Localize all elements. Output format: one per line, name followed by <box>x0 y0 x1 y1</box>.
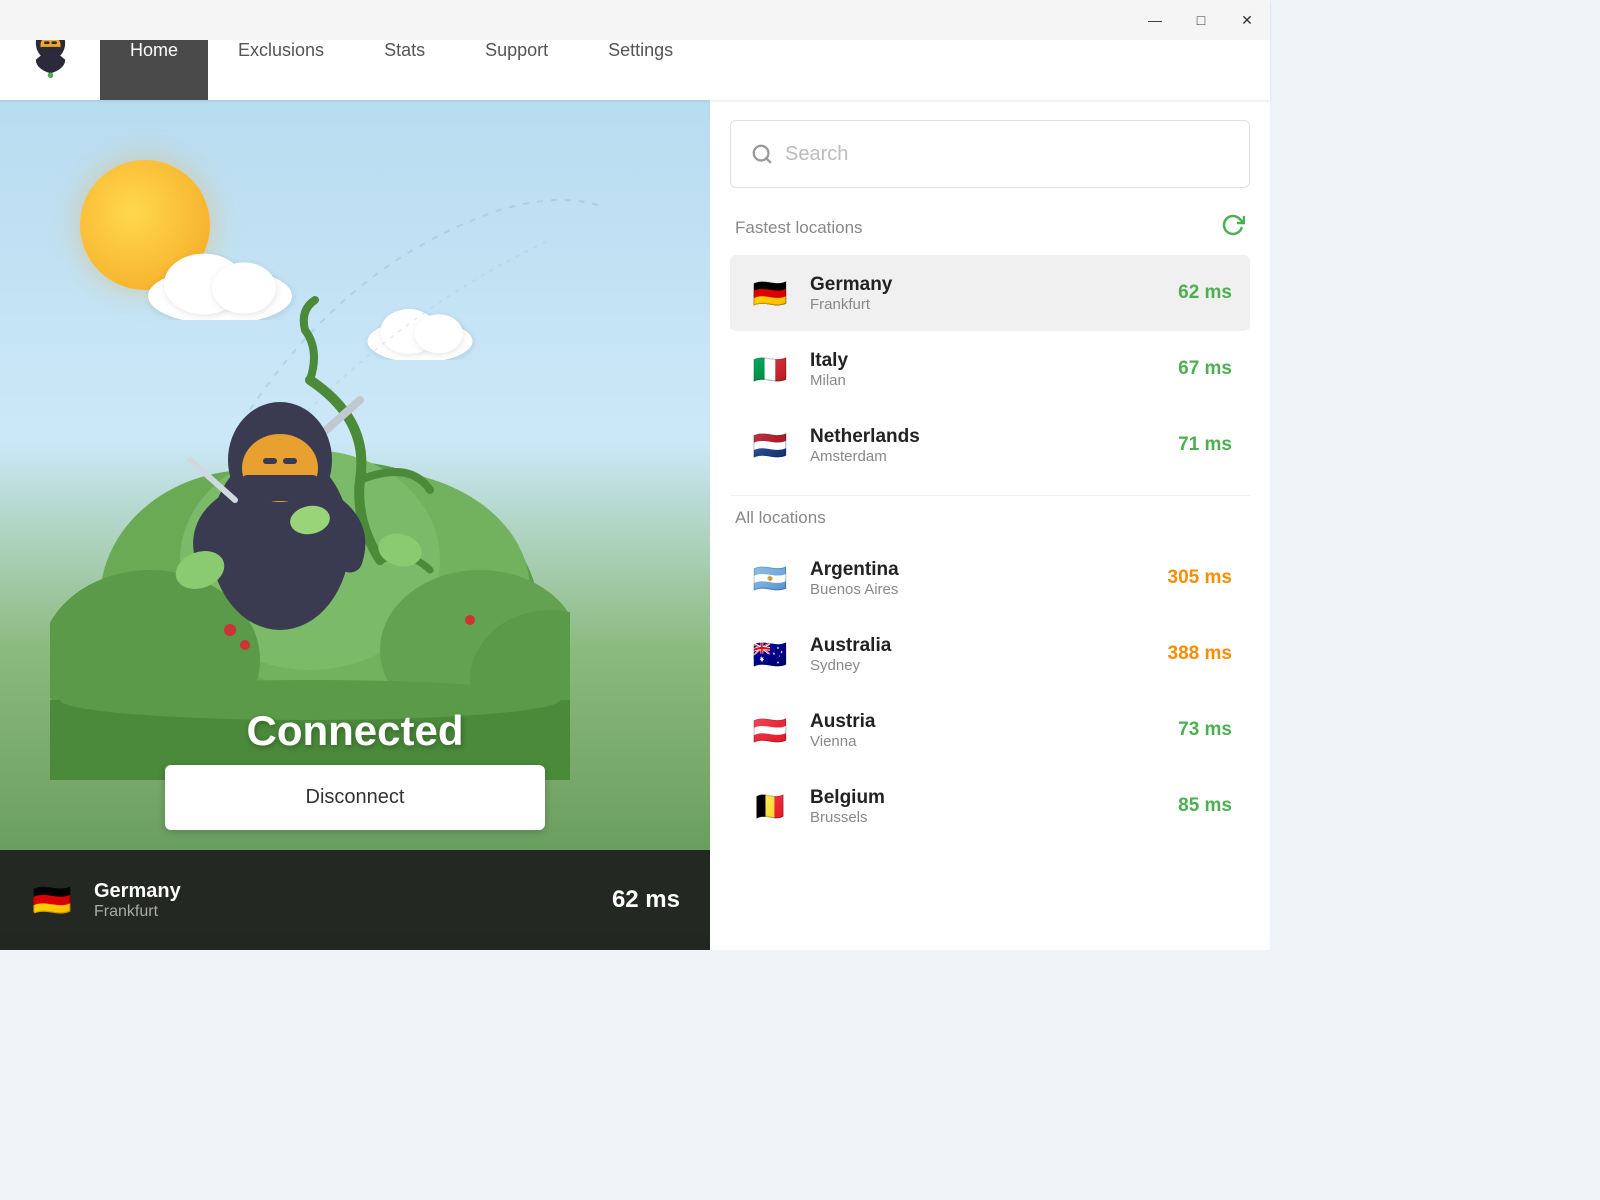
connected-country: Germany <box>94 880 592 903</box>
search-icon <box>751 143 773 165</box>
maximize-button[interactable]: □ <box>1178 0 1224 40</box>
location-item-australia[interactable]: 🇦🇺 Australia Sydney 388 ms <box>730 616 1250 692</box>
netherlands-location-info: Netherlands Amsterdam <box>810 426 1160 465</box>
australia-location-info: Australia Sydney <box>810 635 1150 674</box>
search-bar[interactable] <box>730 120 1250 188</box>
austria-ping: 73 ms <box>1178 719 1232 741</box>
belgium-ping: 85 ms <box>1178 795 1232 817</box>
belgium-location-info: Belgium Brussels <box>810 787 1160 826</box>
germany-city: Frankfurt <box>810 296 1160 313</box>
connected-ping: 62 ms <box>612 886 680 914</box>
netherlands-city: Amsterdam <box>810 448 1160 465</box>
close-button[interactable]: ✕ <box>1224 0 1270 40</box>
location-item-belgium[interactable]: 🇧🇪 Belgium Brussels 85 ms <box>730 768 1250 844</box>
fastest-locations-title: Fastest locations <box>735 218 863 238</box>
all-locations-title: All locations <box>735 508 826 528</box>
netherlands-flag: 🇳🇱 <box>748 423 792 467</box>
italy-country: Italy <box>810 350 1160 372</box>
australia-city: Sydney <box>810 657 1150 674</box>
search-input[interactable] <box>785 143 1229 166</box>
belgium-country: Belgium <box>810 787 1160 809</box>
argentina-flag: 🇦🇷 <box>748 556 792 600</box>
austria-city: Vienna <box>810 733 1160 750</box>
connected-flag: 🇩🇪 <box>30 878 74 922</box>
argentina-ping: 305 ms <box>1168 567 1232 589</box>
italy-location-info: Italy Milan <box>810 350 1160 389</box>
refresh-icon[interactable] <box>1221 213 1245 243</box>
fastest-locations-header: Fastest locations <box>730 213 1250 243</box>
italy-city: Milan <box>810 372 1160 389</box>
belgium-flag: 🇧🇪 <box>748 784 792 828</box>
minimize-button[interactable]: — <box>1132 0 1178 40</box>
italy-ping: 67 ms <box>1178 358 1232 380</box>
australia-country: Australia <box>810 635 1150 657</box>
austria-location-info: Austria Vienna <box>810 711 1160 750</box>
netherlands-country: Netherlands <box>810 426 1160 448</box>
austria-flag: 🇦🇹 <box>748 708 792 752</box>
australia-flag: 🇦🇺 <box>748 632 792 676</box>
australia-ping: 388 ms <box>1168 643 1232 665</box>
location-item-netherlands[interactable]: 🇳🇱 Netherlands Amsterdam 71 ms <box>730 407 1250 483</box>
connected-location-info: Germany Frankfurt <box>94 880 592 921</box>
ninja-illustration <box>50 200 570 780</box>
titlebar: — □ ✕ <box>0 0 1270 40</box>
connection-status-text: Connected <box>246 707 463 755</box>
austria-country: Austria <box>810 711 1160 733</box>
connected-city: Frankfurt <box>94 903 592 921</box>
netherlands-ping: 71 ms <box>1178 434 1232 456</box>
argentina-city: Buenos Aires <box>810 581 1150 598</box>
germany-country: Germany <box>810 274 1160 296</box>
connection-info-bar: 🇩🇪 Germany Frankfurt 62 ms <box>0 850 710 950</box>
belgium-city: Brussels <box>810 809 1160 826</box>
location-item-austria[interactable]: 🇦🇹 Austria Vienna 73 ms <box>730 692 1250 768</box>
italy-flag: 🇮🇹 <box>748 347 792 391</box>
left-panel: Connected Disconnect 🇩🇪 Germany Frankfur… <box>0 100 710 950</box>
location-item-italy[interactable]: 🇮🇹 Italy Milan 67 ms <box>730 331 1250 407</box>
germany-ping: 62 ms <box>1178 282 1232 304</box>
main-content: Connected Disconnect 🇩🇪 Germany Frankfur… <box>0 100 1270 950</box>
germany-flag: 🇩🇪 <box>748 271 792 315</box>
section-divider <box>730 495 1250 496</box>
disconnect-button[interactable]: Disconnect <box>165 765 545 830</box>
location-item-argentina[interactable]: 🇦🇷 Argentina Buenos Aires 305 ms <box>730 540 1250 616</box>
germany-location-info: Germany Frankfurt <box>810 274 1160 313</box>
all-locations-header: All locations <box>730 508 1250 528</box>
argentina-location-info: Argentina Buenos Aires <box>810 559 1150 598</box>
location-item-germany-fastest[interactable]: 🇩🇪 Germany Frankfurt 62 ms <box>730 255 1250 331</box>
argentina-country: Argentina <box>810 559 1150 581</box>
right-panel: Fastest locations 🇩🇪 Germany Frankfurt 6… <box>710 100 1270 950</box>
